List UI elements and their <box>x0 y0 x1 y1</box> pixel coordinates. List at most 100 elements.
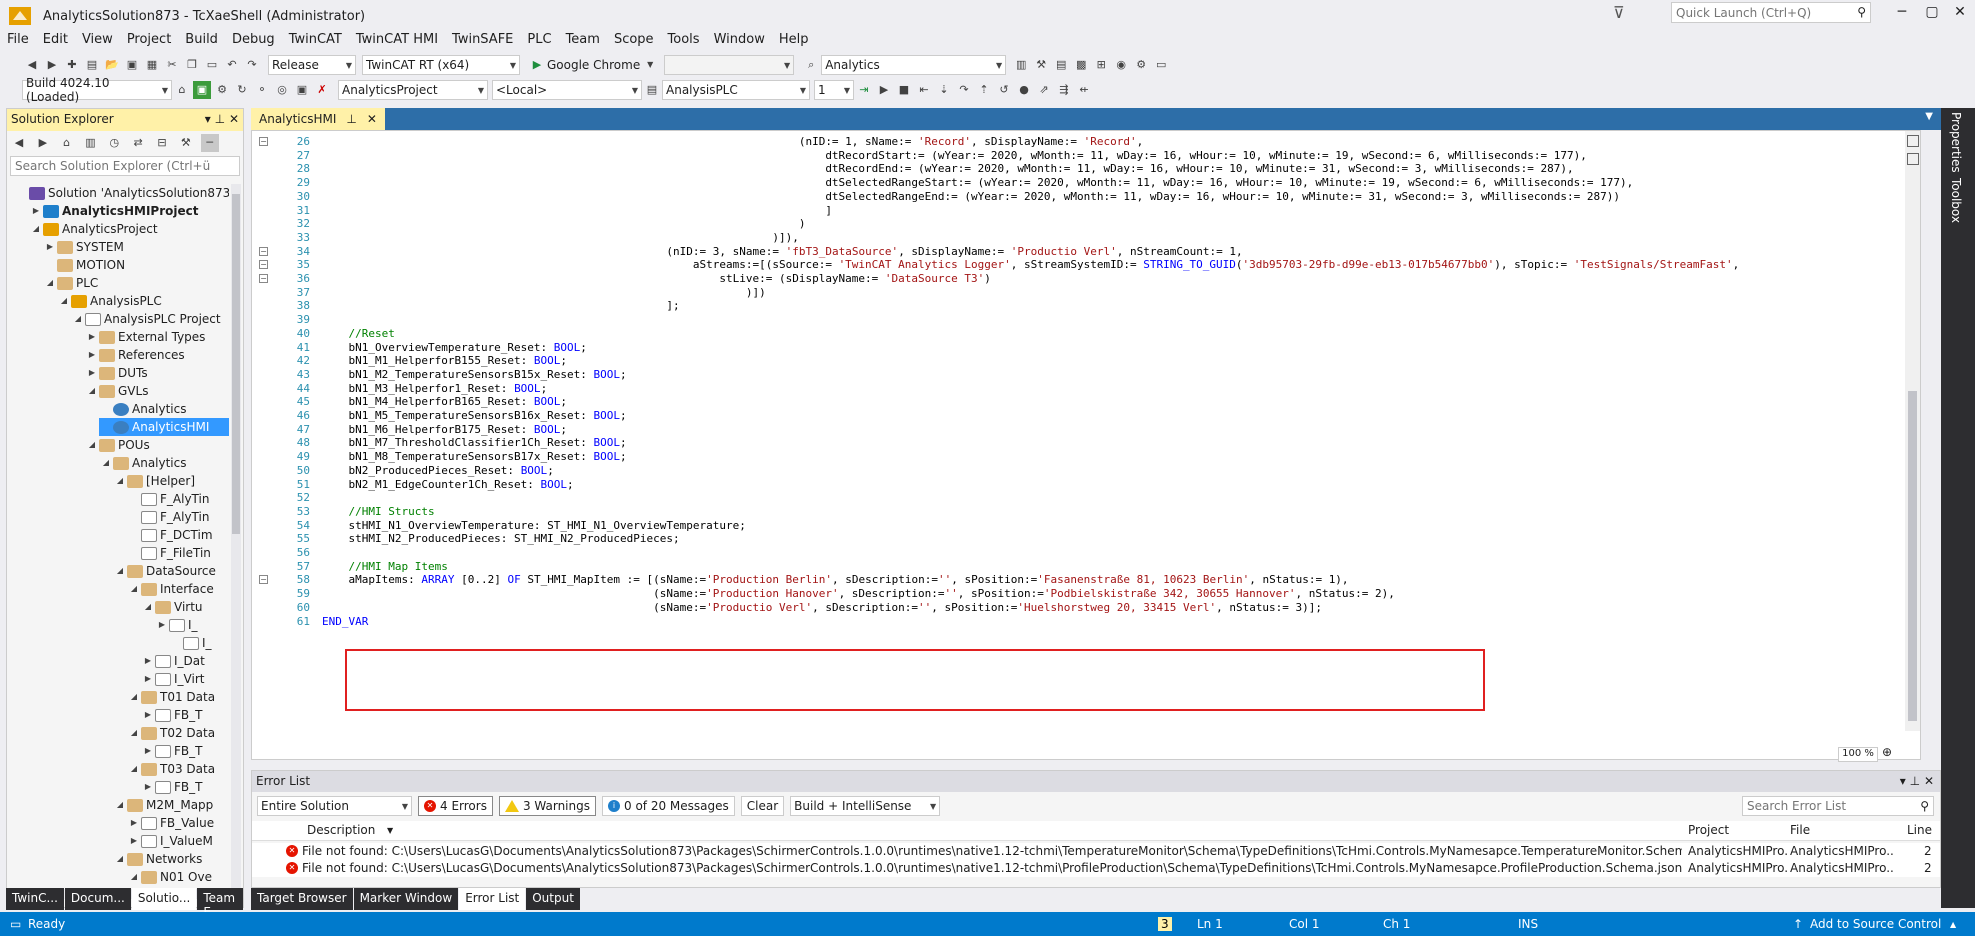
tree-node[interactable]: ◢ Interface <box>127 580 214 598</box>
show-online-icon[interactable]: ▣ <box>293 81 311 99</box>
reset-icon[interactable]: ↺ <box>995 81 1013 99</box>
forward-icon[interactable]: ▶ <box>43 56 61 74</box>
fold-toggle-icon[interactable]: − <box>259 137 268 146</box>
close-icon[interactable]: ✕ <box>1924 774 1934 788</box>
target-combo[interactable]: ▼ <box>664 55 795 75</box>
menu-build[interactable]: Build <box>178 31 225 47</box>
menu-tools[interactable]: Tools <box>661 31 707 47</box>
search-icon[interactable]: ⚲ <box>1920 799 1929 813</box>
pin-icon[interactable]: ⊥ <box>346 112 356 126</box>
activate-config-icon[interactable]: ⌂ <box>173 81 191 99</box>
unforce-icon[interactable]: ⇷ <box>1075 81 1093 99</box>
collapse-arrow-icon[interactable]: ◢ <box>113 562 127 580</box>
expand-arrow-icon[interactable]: ▶ <box>127 814 141 832</box>
zoom-icon[interactable]: ⊕ <box>1882 745 1892 759</box>
tab-twincat[interactable]: TwinC... <box>6 888 64 910</box>
tree-node[interactable]: ◢ DataSource <box>113 562 216 580</box>
tree-node[interactable]: ▶ DUTs <box>85 364 148 382</box>
collapse-arrow-icon[interactable]: ◢ <box>127 868 141 886</box>
collapse-arrow-icon[interactable]: ◢ <box>29 220 43 238</box>
editor-scrollbar[interactable] <box>1905 131 1920 731</box>
collapse-arrow-icon[interactable]: ◢ <box>85 436 99 454</box>
errors-filter-button[interactable]: ✕ 4 Errors <box>418 796 493 816</box>
search-icon[interactable]: ⚲ <box>1857 5 1866 19</box>
extensions-icon[interactable]: ◉ <box>1112 56 1130 74</box>
object-browser-icon[interactable]: ⊞ <box>1092 56 1110 74</box>
fold-toggle-icon[interactable]: − <box>259 274 268 283</box>
collapse-arrow-icon[interactable]: ◢ <box>85 382 99 400</box>
tab-marker-window[interactable]: Marker Window <box>353 888 459 910</box>
solution-explorer-icon[interactable]: ▥ <box>1012 56 1030 74</box>
collapse-arrow-icon[interactable]: ◢ <box>113 796 127 814</box>
tree-node[interactable]: F_FileTin <box>127 544 211 562</box>
menu-view[interactable]: View <box>75 31 120 47</box>
quick-launch-box[interactable]: ⚲ <box>1671 2 1871 23</box>
cut-icon[interactable]: ✂ <box>163 56 181 74</box>
collapse-arrow-icon[interactable]: ◢ <box>71 310 85 328</box>
tree-node[interactable]: ▶ FB_T <box>141 742 203 760</box>
quick-launch-input[interactable] <box>1672 3 1848 22</box>
upload-arrow-icon[interactable]: ↑ <box>1793 917 1803 931</box>
tree-node[interactable]: ◢ T02 Data <box>127 724 215 742</box>
warnings-filter-button[interactable]: 3 Warnings <box>498 796 596 816</box>
run-mode-icon[interactable]: ▣ <box>193 81 211 99</box>
choose-target-icon[interactable]: ▤ <box>643 81 661 99</box>
expand-arrow-icon[interactable]: ▶ <box>85 364 99 382</box>
expand-arrow-icon[interactable]: ▶ <box>29 202 43 220</box>
scope-select[interactable]: Entire Solution ▼ <box>257 796 412 816</box>
tree-node[interactable]: Analytics <box>99 400 187 418</box>
tree-node[interactable]: ◢ Networks <box>113 850 202 868</box>
expand-arrow-icon[interactable]: ▶ <box>141 652 155 670</box>
tab-output[interactable]: Output <box>526 888 580 910</box>
chevron-down-icon[interactable]: ▾ <box>205 112 211 126</box>
close-icon[interactable]: ✕ <box>367 112 377 126</box>
expand-arrow-icon[interactable]: ▶ <box>141 670 155 688</box>
redo-icon[interactable]: ↷ <box>243 56 261 74</box>
settings-icon[interactable]: ⚙ <box>1132 56 1150 74</box>
zoom-level[interactable]: 100 % <box>1838 747 1878 762</box>
collapse-arrow-icon[interactable]: ◢ <box>127 580 141 598</box>
tree-node[interactable]: ▶ External Types <box>85 328 206 346</box>
collapse-arrow-icon[interactable]: ◢ <box>99 454 113 472</box>
code-line[interactable]: bN2_M1_EdgeCounter1Ch_Reset: BOOL; <box>322 476 573 493</box>
filter-icon[interactable]: ⊽ <box>1613 3 1625 22</box>
fold-toggle-icon[interactable]: − <box>259 246 268 256</box>
forward-icon[interactable]: ▶ <box>34 134 52 152</box>
pin-icon[interactable]: ⊥ <box>1910 774 1920 788</box>
tree-node[interactable]: ◢ AnalysisPLC <box>57 292 162 310</box>
tree-node[interactable]: F_DCTim <box>127 526 213 544</box>
expand-arrow-icon[interactable]: ▶ <box>155 616 169 634</box>
save-icon[interactable]: ▣ <box>123 56 141 74</box>
chevron-down-icon[interactable]: ▾ <box>1900 774 1906 788</box>
tree-node[interactable]: ▶ I_Virt <box>141 670 205 688</box>
collapse-arrow-icon[interactable]: ◢ <box>127 688 141 706</box>
collapse-arrow-icon[interactable]: ◢ <box>127 760 141 778</box>
platform-select[interactable]: TwinCAT RT (x64) ▼ <box>362 55 520 75</box>
code-line[interactable]: ]; <box>322 297 679 314</box>
menu-plc[interactable]: PLC <box>520 31 558 47</box>
tab-team-explorer[interactable]: Team E... <box>197 888 243 919</box>
tree-node[interactable]: ◢ AnalyticsProject <box>29 220 158 238</box>
tree-node[interactable]: ▶ FB_Value <box>127 814 214 832</box>
vertical-scrollbar[interactable] <box>231 184 241 889</box>
plc-select[interactable]: AnalysisPLC ▼ <box>662 80 810 100</box>
pin-icon[interactable]: ⊥ <box>215 112 225 126</box>
code-editor[interactable]: 26−27 28 29 30 31 32 33 34−35−36−37 38 39 40 41 42 43… <box>251 130 1921 762</box>
menu-team[interactable]: Team <box>559 31 607 47</box>
fold-toggle-icon[interactable]: − <box>259 575 268 585</box>
collapse-arrow-icon[interactable]: ◢ <box>113 850 127 868</box>
tree-node[interactable]: ▶ I_Dat <box>141 652 205 670</box>
command-window-icon[interactable]: ▭ <box>1152 56 1170 74</box>
tree-node[interactable]: ◢ Virtu <box>141 598 203 616</box>
tree-node[interactable]: ◢ M2M_Mapp <box>113 796 213 814</box>
editor-tab[interactable]: AnalyticsHMI ⊥ ✕ <box>251 108 385 130</box>
pending-changes-icon[interactable]: ◷ <box>105 134 123 152</box>
scan-icon[interactable]: ⚬ <box>253 81 271 99</box>
step-out-icon[interactable]: ⇡ <box>975 81 993 99</box>
expand-arrow-icon[interactable]: ▶ <box>141 742 155 760</box>
expand-arrow-icon[interactable]: ▶ <box>127 832 141 850</box>
tab-documents[interactable]: Docum... <box>64 888 131 910</box>
tree-node[interactable]: MOTION <box>43 256 125 274</box>
minimize-button[interactable]: ─ <box>1887 4 1917 24</box>
open-icon[interactable]: 📂 <box>103 56 121 74</box>
